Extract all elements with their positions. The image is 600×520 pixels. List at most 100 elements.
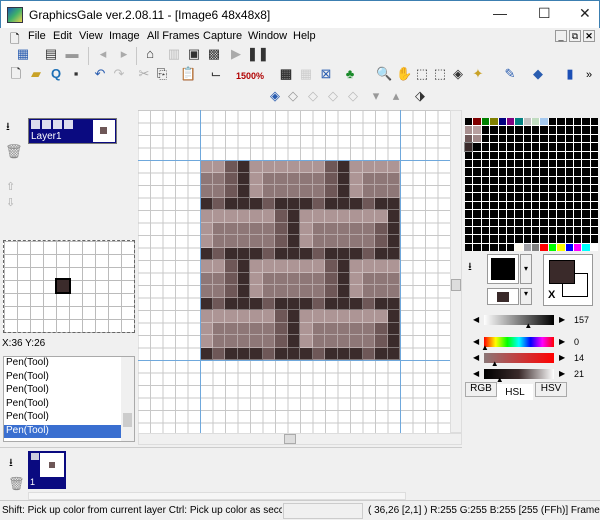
palette-swatch[interactable] [590, 226, 598, 235]
palette-swatch[interactable] [515, 176, 523, 184]
mask-sub-icon[interactable]: ◇ [345, 88, 361, 104]
palette-swatch[interactable] [506, 243, 515, 251]
palette-swatch[interactable] [532, 201, 540, 210]
palette-swatch[interactable] [540, 151, 548, 159]
insert-frame-icon[interactable]: ▦ [15, 46, 31, 62]
palette-swatch[interactable] [565, 143, 573, 151]
palette-swatch[interactable] [540, 243, 548, 251]
hand-icon[interactable]: ✋ [396, 66, 412, 82]
palette-swatch[interactable] [540, 143, 548, 151]
palette-swatch[interactable] [523, 218, 531, 226]
palette-swatch[interactable] [465, 185, 473, 193]
palette-swatch[interactable] [532, 243, 540, 251]
copy-icon[interactable]: ⎘ [154, 66, 170, 82]
palette-swatch[interactable] [506, 210, 515, 218]
palette-swatch[interactable] [582, 193, 590, 201]
open-icon[interactable]: ▰ [28, 66, 44, 82]
hue-decrease-button[interactable]: ◀ [473, 337, 479, 346]
palette-swatch[interactable] [490, 176, 498, 184]
palette-swatch[interactable] [532, 226, 540, 235]
palette-swatch[interactable] [532, 159, 540, 168]
magnify-icon[interactable]: 🔍 [376, 66, 392, 82]
palette-swatch[interactable] [473, 168, 481, 176]
history-item[interactable]: Pen(Tool) [4, 424, 121, 438]
paste-icon[interactable]: 📋 [180, 66, 196, 82]
palette-swatch[interactable] [557, 243, 565, 251]
palette-swatch[interactable] [573, 143, 582, 151]
palette-swatch[interactable] [498, 143, 506, 151]
secondary-color-swatch[interactable] [487, 288, 519, 305]
palette-swatch[interactable] [532, 176, 540, 184]
palette-swatch[interactable] [481, 218, 490, 226]
palette-swatch[interactable] [515, 159, 523, 168]
palette-swatch[interactable] [515, 151, 523, 159]
palette-swatch[interactable] [565, 126, 573, 134]
palette-swatch[interactable] [573, 218, 582, 226]
palette-swatch[interactable] [532, 126, 540, 134]
history-item[interactable]: Pen(Tool) [4, 357, 121, 371]
palette-swatch[interactable] [473, 210, 481, 218]
layer-options-icon[interactable] [64, 120, 73, 129]
palette-swatch[interactable] [540, 218, 548, 226]
mask-add-icon[interactable]: ◇ [325, 88, 341, 104]
palette-swatch[interactable] [582, 118, 590, 126]
palette-swatch[interactable] [465, 235, 473, 243]
palette-swatch[interactable] [523, 185, 531, 193]
up-icon[interactable]: ▴ [388, 88, 404, 104]
palette-swatch[interactable] [490, 193, 498, 201]
palette-swatch[interactable] [498, 243, 506, 251]
palette-swatch[interactable] [590, 210, 598, 218]
palette-swatch[interactable] [532, 210, 540, 218]
primary-color-swatch[interactable] [487, 254, 519, 284]
palette-swatch[interactable] [532, 168, 540, 176]
palette-swatch[interactable] [548, 134, 557, 143]
palette-swatch[interactable] [481, 134, 490, 143]
palette-swatch[interactable] [573, 210, 582, 218]
palette-swatch[interactable] [582, 185, 590, 193]
palette-swatch[interactable] [515, 118, 523, 126]
fill-icon[interactable]: ◆ [530, 66, 546, 82]
mdi-close-button[interactable]: ✕ [583, 30, 595, 42]
palette-swatch[interactable] [540, 235, 548, 243]
palette-swatch[interactable] [557, 218, 565, 226]
palette-swatch[interactable] [582, 134, 590, 143]
palette-swatch[interactable] [515, 218, 523, 226]
palette-swatch[interactable] [515, 143, 523, 151]
import-frame-icon[interactable]: ⭳ [9, 454, 13, 473]
palette-swatch[interactable] [473, 143, 481, 151]
marker-icon[interactable]: ▮ [562, 66, 578, 82]
frames-scrollbar[interactable] [28, 492, 406, 500]
palette-swatch[interactable] [565, 193, 573, 201]
palette-swatch[interactable] [590, 185, 598, 193]
palette-swatch[interactable] [565, 185, 573, 193]
palette-swatch[interactable] [498, 176, 506, 184]
palette-swatch[interactable] [573, 134, 582, 143]
palette-swatch[interactable] [548, 218, 557, 226]
stamp-icon[interactable]: ⌂ [142, 46, 158, 62]
down-icon[interactable]: ▾ [368, 88, 384, 104]
palette-swatch[interactable] [565, 218, 573, 226]
menu-capture[interactable]: Capture [203, 30, 242, 42]
palette-swatch[interactable] [573, 201, 582, 210]
palette-swatch[interactable] [465, 218, 473, 226]
palette-swatch[interactable] [498, 226, 506, 235]
palette-swatch[interactable] [490, 226, 498, 235]
palette-swatch[interactable] [481, 118, 490, 126]
palette-swatch[interactable] [557, 151, 565, 159]
palette-swatch[interactable] [540, 201, 548, 210]
palette-swatch[interactable] [582, 210, 590, 218]
vertical-scrollbar[interactable] [450, 110, 462, 433]
palette-swatch[interactable] [523, 126, 531, 134]
palette-swatch[interactable] [590, 201, 598, 210]
mask-icon[interactable]: ◈ [267, 88, 283, 104]
palette-swatch[interactable] [506, 159, 515, 168]
palette-swatch[interactable] [465, 134, 473, 143]
palette-swatch[interactable] [490, 168, 498, 176]
palette-swatch[interactable] [465, 151, 473, 159]
palette-swatch[interactable] [582, 126, 590, 134]
palette-swatch[interactable] [506, 226, 515, 235]
palette-swatch[interactable] [582, 235, 590, 243]
delete-frame-icon[interactable]: ▤ [43, 46, 59, 62]
palette-swatch[interactable] [490, 159, 498, 168]
palette-swatch[interactable] [557, 143, 565, 151]
